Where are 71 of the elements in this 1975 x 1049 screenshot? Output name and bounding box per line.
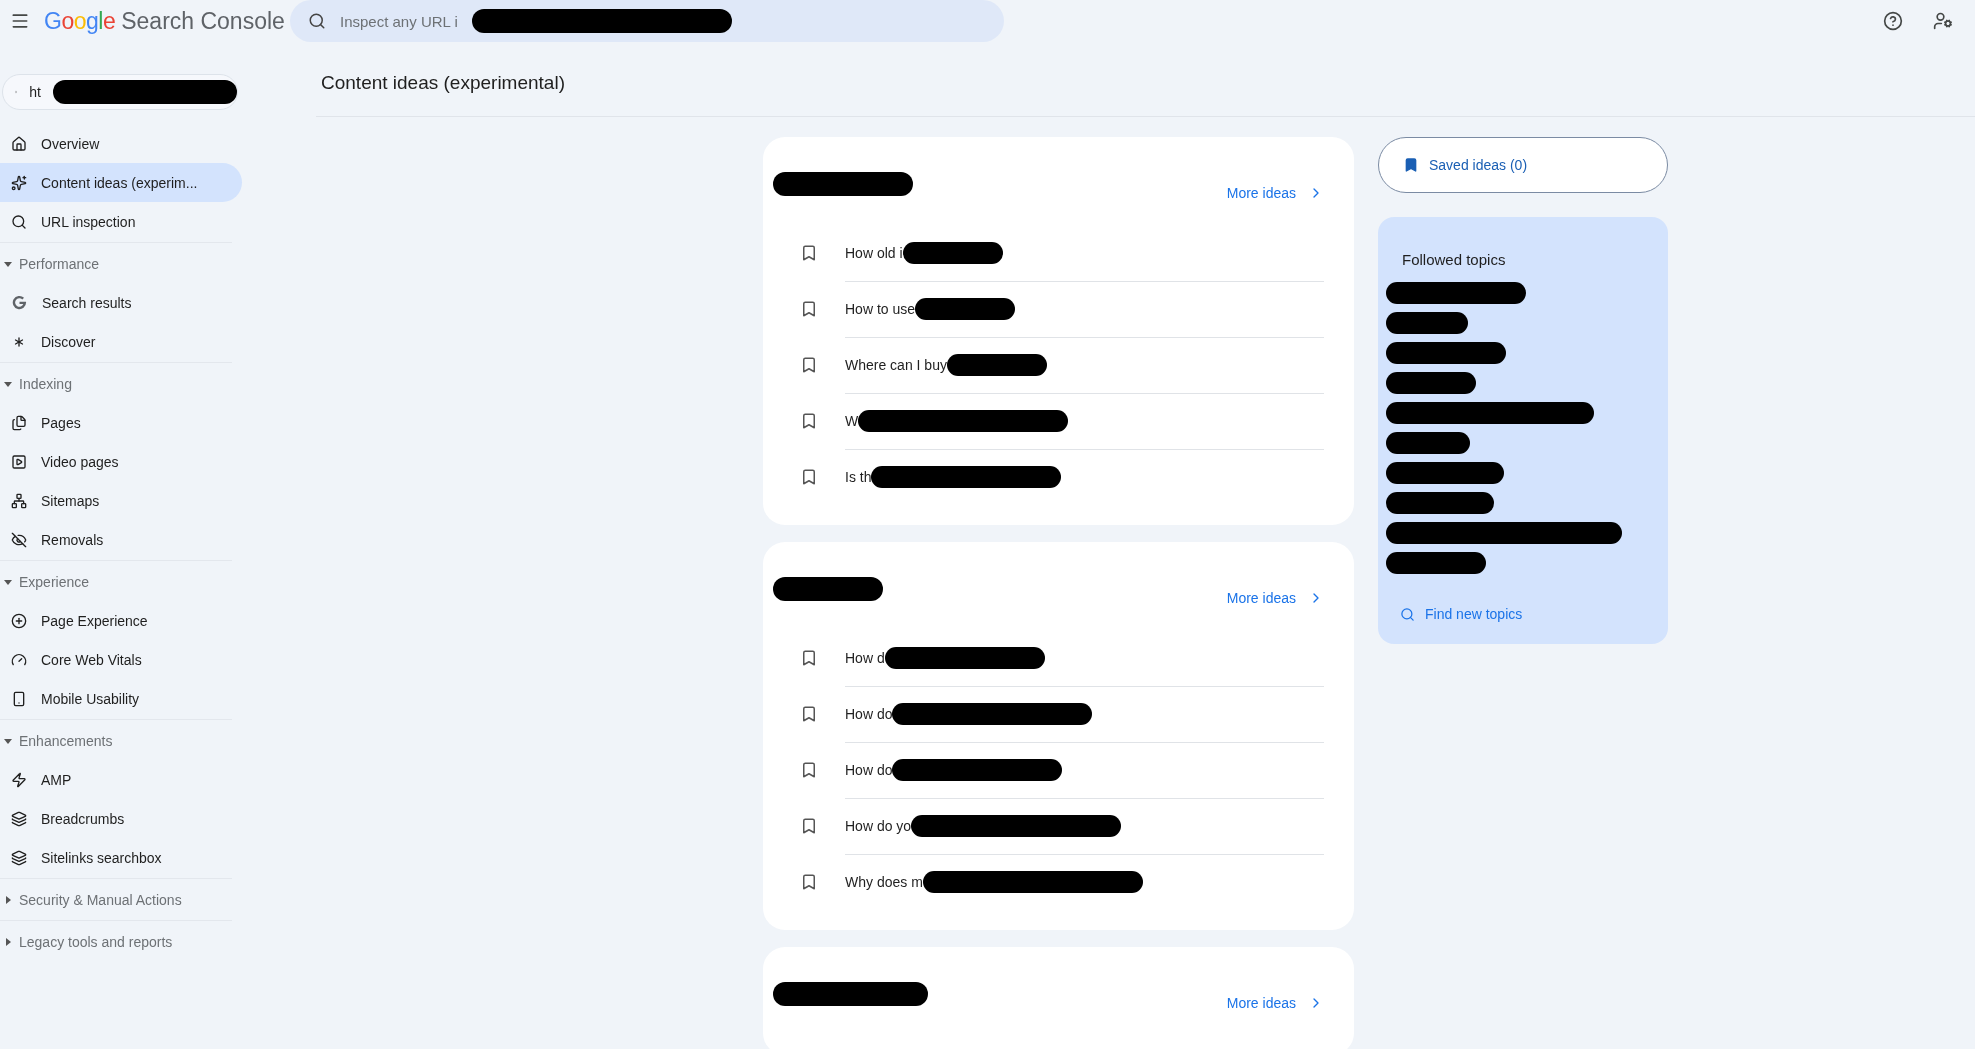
layers-icon — [11, 849, 27, 866]
idea-text[interactable]: Where can I buy — [845, 356, 947, 373]
bookmark-icon[interactable] — [800, 649, 818, 667]
more-ideas-link[interactable]: More ideas — [1226, 590, 1324, 606]
bookmark-icon[interactable] — [800, 761, 818, 779]
nav-item[interactable]: Sitemaps — [0, 481, 242, 520]
page-title: Content ideas (experimental) — [316, 52, 1975, 117]
nav-item[interactable]: Pages — [0, 403, 242, 442]
nav-item[interactable]: Page Experience — [0, 601, 242, 640]
nav-item[interactable]: AMP — [0, 760, 242, 799]
idea-text[interactable]: How do — [845, 761, 893, 778]
search-console-logo[interactable]: Google Search Console — [44, 7, 290, 35]
pages-icon — [11, 414, 27, 431]
idea-text[interactable]: W — [845, 412, 859, 429]
nav-section-header[interactable]: Security & Manual Actions — [0, 880, 242, 919]
nav-item[interactable]: Content ideas (experim... — [0, 163, 242, 202]
nav-item[interactable]: Removals — [0, 520, 242, 559]
account-settings-icon[interactable] — [1933, 11, 1953, 31]
nav-item[interactable]: Overview — [0, 124, 242, 163]
help-icon[interactable] — [1883, 11, 1903, 31]
bookmark-icon[interactable] — [800, 468, 818, 486]
bookmark-icon[interactable] — [800, 817, 818, 835]
url-inspect-field[interactable]: Inspect any URL i — [290, 0, 1004, 42]
nav-section-header[interactable]: Experience — [0, 562, 242, 601]
idea-text[interactable]: Why does m — [845, 874, 923, 890]
nav-item[interactable]: Search results — [0, 283, 242, 322]
bookmark-icon[interactable] — [800, 705, 818, 723]
more-ideas-link[interactable]: More ideas — [1226, 995, 1324, 1011]
idea-text[interactable]: Is th — [845, 469, 872, 485]
nav-item[interactable]: Sitelinks searchbox — [0, 838, 242, 877]
eye-off-icon — [11, 531, 27, 548]
idea-text[interactable]: How do — [845, 705, 893, 722]
nav-section-header[interactable]: Enhancements — [0, 721, 242, 760]
nav-section-header[interactable]: Indexing — [0, 364, 242, 403]
saved-ideas-button[interactable]: Saved ideas (0) — [1378, 137, 1668, 193]
nav-item[interactable]: Core Web Vitals — [0, 640, 242, 679]
bookmark-icon[interactable] — [800, 244, 818, 262]
gauge-icon — [11, 651, 27, 668]
sparkle-icon — [11, 174, 27, 191]
property-selector[interactable]: ht — [2, 74, 238, 110]
idea-text[interactable]: How d — [845, 649, 885, 666]
idea-text[interactable]: How to use — [845, 300, 916, 317]
home-icon — [11, 135, 27, 152]
bookmark-icon[interactable] — [800, 356, 818, 374]
bookmark-icon[interactable] — [800, 412, 818, 430]
menu-icon[interactable] — [10, 11, 30, 31]
nav-item[interactable]: Discover — [0, 322, 242, 361]
search-icon — [1400, 606, 1415, 622]
layers-icon — [11, 810, 27, 827]
nav-item[interactable]: Breadcrumbs — [0, 799, 242, 838]
bookmark-icon[interactable] — [800, 300, 818, 318]
nav-item[interactable]: URL inspection — [0, 202, 242, 241]
sitemap-icon — [11, 492, 27, 509]
nav-item[interactable]: Video pages — [0, 442, 242, 481]
find-topics-link[interactable]: Find new topics — [1400, 606, 1650, 622]
google-g-icon — [11, 294, 28, 311]
nav-section-header[interactable]: Legacy tools and reports — [0, 922, 242, 961]
phone-icon — [11, 690, 27, 707]
search-icon — [11, 213, 27, 230]
panel-title: Followed topics — [1401, 251, 1507, 268]
search-icon — [308, 12, 326, 30]
bookmark-icon — [1403, 157, 1419, 173]
more-ideas-link[interactable]: More ideas — [1226, 185, 1324, 201]
video-icon — [11, 453, 27, 470]
idea-text[interactable]: How do yo — [845, 817, 912, 834]
plus-circle-icon — [11, 612, 27, 629]
bookmark-icon[interactable] — [800, 873, 818, 891]
idea-text[interactable]: How old i — [845, 244, 903, 261]
nav-section-header[interactable]: Performance — [0, 244, 242, 283]
lightning-icon — [11, 771, 27, 788]
nav-item[interactable]: Mobile Usability — [0, 679, 242, 718]
